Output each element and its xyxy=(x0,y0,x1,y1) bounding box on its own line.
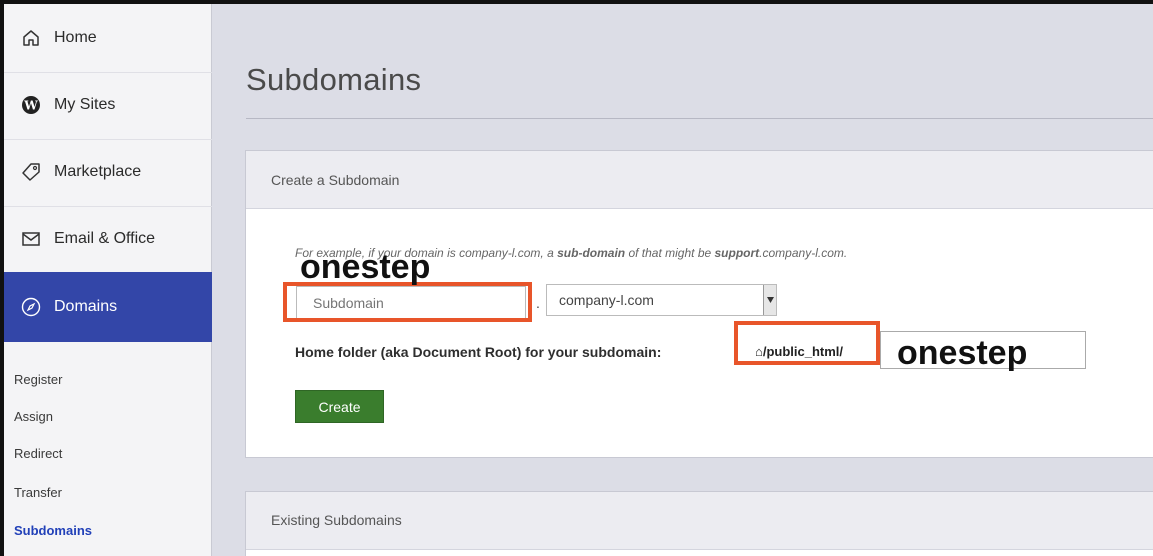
nav-item-email-office[interactable]: Email & Office xyxy=(4,205,212,273)
nav-label-my-sites: My Sites xyxy=(54,96,116,113)
nav-item-home[interactable]: Home xyxy=(4,4,212,72)
subnav-register[interactable]: Register xyxy=(14,372,62,387)
nav-label-marketplace: Marketplace xyxy=(54,163,142,180)
highlight-box-subdomain xyxy=(283,282,532,322)
subnav-transfer[interactable]: Transfer xyxy=(14,485,62,500)
existing-subdomains-heading: Existing Subdomains xyxy=(246,492,1153,550)
nav-item-marketplace[interactable]: Marketplace xyxy=(4,138,212,206)
annotation-text-onestep: onestep xyxy=(300,248,431,286)
nav-label-email-office: Email & Office xyxy=(54,230,156,247)
envelope-icon xyxy=(20,228,42,250)
select-arrow-icon[interactable] xyxy=(763,285,776,315)
page-title: Subdomains xyxy=(246,62,422,97)
dot-separator: . xyxy=(536,295,540,311)
domain-select[interactable]: company-l.com xyxy=(546,284,777,316)
home-icon xyxy=(20,27,42,49)
title-divider xyxy=(246,118,1153,119)
create-button[interactable]: Create xyxy=(295,390,384,423)
subnav-subdomains[interactable]: Subdomains xyxy=(14,523,92,538)
sidebar: Home W My Sites Marketplace Email & Offi… xyxy=(4,4,212,556)
tag-icon xyxy=(20,161,42,183)
compass-icon xyxy=(20,296,42,318)
existing-subdomains-panel: Existing Subdomains xyxy=(245,491,1153,556)
domain-select-value: company-l.com xyxy=(559,292,654,308)
create-subdomain-heading: Create a Subdomain xyxy=(246,151,1153,209)
nav-label-domains: Domains xyxy=(54,298,118,315)
nav-label-home: Home xyxy=(54,29,97,46)
wordpress-icon: W xyxy=(20,94,42,116)
highlight-box-folder xyxy=(734,321,880,365)
home-folder-label: Home folder (aka Document Root) for your… xyxy=(295,344,662,360)
annotation-text-onestep-folder: onestep xyxy=(897,334,1028,372)
nav-item-my-sites[interactable]: W My Sites xyxy=(4,71,212,139)
subnav-redirect[interactable]: Redirect xyxy=(14,446,62,461)
subnav-assign[interactable]: Assign xyxy=(14,409,53,424)
svg-text:W: W xyxy=(23,99,38,113)
nav-item-domains[interactable]: Domains xyxy=(4,272,212,342)
